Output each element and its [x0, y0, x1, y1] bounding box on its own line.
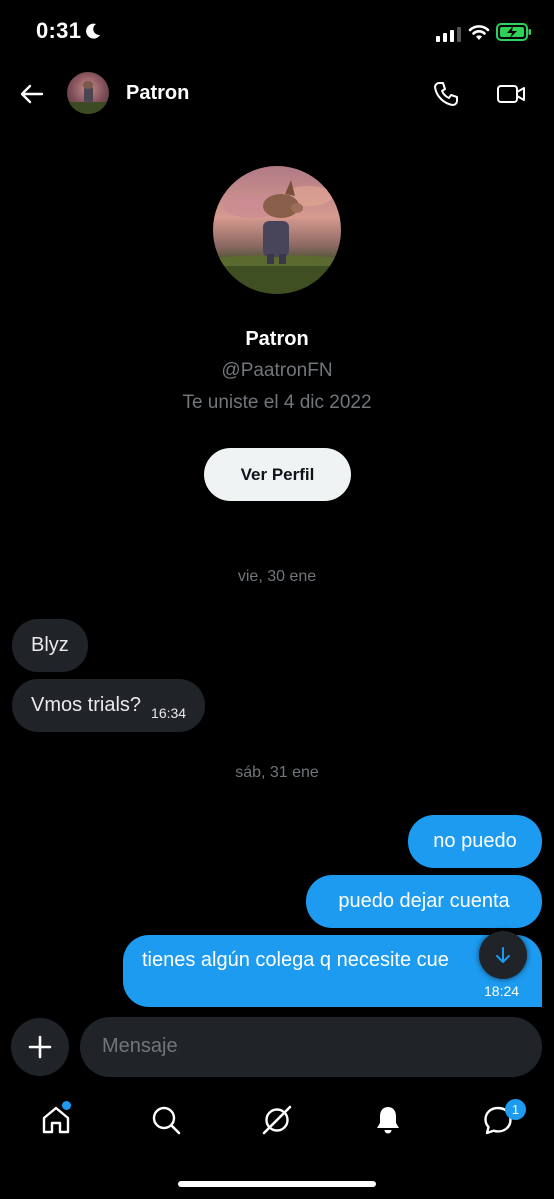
battery-charging-icon — [496, 23, 531, 41]
message-outgoing[interactable]: puedo dejar cuenta — [306, 875, 542, 928]
notifications-icon[interactable] — [372, 1104, 404, 1136]
message-time: 18:24 — [484, 983, 520, 999]
message-text: Blyz — [31, 634, 69, 656]
message-outgoing[interactable]: no puedo — [408, 815, 542, 868]
status-time: 0:31 — [36, 18, 82, 43]
video-call-icon[interactable] — [496, 80, 526, 108]
message-input-placeholder: Mensaje — [102, 1035, 178, 1057]
add-attachment-button[interactable] — [11, 1018, 69, 1076]
profile-name: Patron — [245, 328, 309, 350]
message-outgoing[interactable]: tienes algún colega q necesite cue 18:24 — [123, 935, 542, 1007]
moon-icon — [86, 23, 100, 39]
header-name[interactable]: Patron — [126, 82, 189, 105]
search-icon[interactable] — [150, 1104, 182, 1136]
message-incoming[interactable]: Blyz — [12, 619, 88, 672]
home-notification-dot — [62, 1101, 71, 1110]
message-text: no puedo — [433, 830, 517, 852]
profile-avatar[interactable] — [213, 166, 341, 294]
message-incoming[interactable]: Vmos trials? 16:34 — [12, 679, 206, 732]
view-profile-button[interactable]: Ver Perfil — [204, 448, 351, 501]
plus-icon — [28, 1035, 52, 1059]
profile-handle: @PaatronFN — [221, 360, 333, 381]
home-indicator — [178, 1181, 376, 1187]
message-text: tienes algún colega q necesite cue — [142, 949, 449, 971]
back-arrow-icon[interactable] — [18, 80, 46, 108]
arrow-down-icon — [496, 947, 510, 963]
phone-icon[interactable] — [432, 80, 460, 108]
date-separator: vie, 30 ene — [237, 568, 317, 585]
message-text: puedo dejar cuenta — [338, 890, 510, 912]
message-time: 16:34 — [151, 704, 187, 721]
date-separator: sáb, 31 ene — [235, 764, 319, 781]
grok-icon[interactable] — [261, 1104, 293, 1136]
scroll-to-bottom-button[interactable] — [479, 931, 527, 979]
profile-joined-date: Te uniste el 4 dic 2022 — [182, 392, 372, 413]
header-avatar[interactable] — [67, 72, 109, 114]
messages-badge: 1 — [505, 1099, 526, 1120]
message-text: Vmos trials? — [31, 694, 142, 716]
cellular-signal-icon — [436, 26, 461, 42]
wifi-icon — [468, 25, 490, 40]
